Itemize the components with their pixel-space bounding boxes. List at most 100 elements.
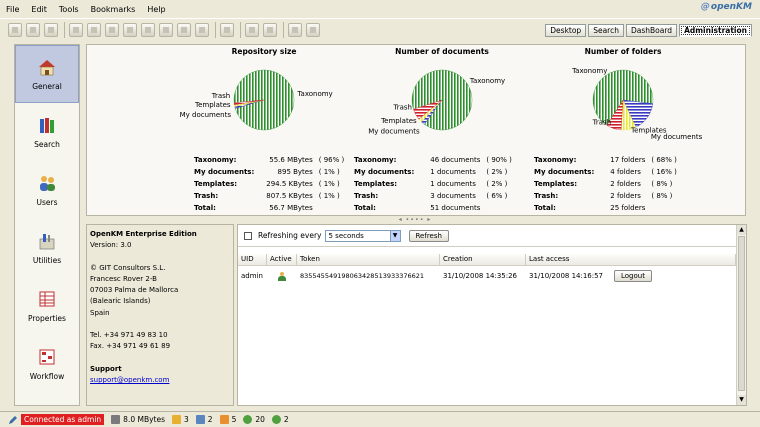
last-access-cell: 31/10/2008 14:16:57 (529, 272, 604, 280)
properties-icon (39, 291, 55, 307)
find-document-button[interactable] (44, 22, 58, 37)
stat-row: Templates: 2 folders ( 8% ) (534, 178, 677, 190)
pie-chart: TaxonomyMy documentsTemplatesTrash (368, 69, 505, 136)
column-header-uid[interactable]: UID (238, 254, 267, 266)
scroll-down-icon[interactable]: ▼ (737, 395, 746, 405)
repository-size-text: 8.0 MBytes (123, 415, 166, 424)
menu-file[interactable]: File (0, 5, 25, 14)
stat-percent: ( 2% ) (486, 168, 508, 176)
toolbar-separator (64, 21, 65, 38)
find-folder-button[interactable] (26, 22, 40, 37)
lock-icon (172, 415, 182, 424)
news-icon (243, 415, 253, 424)
vertical-scrollbar[interactable]: ▲ ▼ (736, 225, 746, 405)
stat-label: Templates: (534, 180, 578, 188)
repository-stats-panel: Repository size Taxonomy My documents Temp… (86, 44, 746, 216)
refresh-checkbox[interactable] (244, 231, 252, 240)
toolbar-separator (283, 21, 284, 38)
connection-badge: Connected as admin (21, 414, 105, 425)
nav-item-label: Utilities (32, 256, 62, 265)
stat-percent: ( 8% ) (651, 192, 673, 200)
slice-label: Templates (194, 101, 231, 109)
nav-item-general[interactable]: General (15, 45, 79, 103)
nav-item-label: Properties (28, 314, 66, 323)
repository-size-table: Taxonomy: 55.6 MBytes ( 96% ) My documents… (194, 154, 344, 214)
pie-chart: TaxonomyMy documentsTemplatesTrash (180, 69, 333, 131)
refresh-button[interactable] (288, 22, 302, 37)
menu-edit[interactable]: Edit (25, 5, 53, 14)
checkout-button[interactable] (141, 22, 155, 37)
support-email-link[interactable]: support@openkm.com (90, 376, 169, 384)
pie-chart: TaxonomyMy documentsTemplatesTrash (571, 67, 703, 141)
property-group-button[interactable] (245, 22, 259, 37)
column-header-active[interactable]: Active (267, 254, 297, 266)
creation-cell: 31/10/2008 14:35:26 (443, 272, 518, 280)
stat-label: Trash: (354, 192, 379, 200)
tab-desktop[interactable]: Desktop (545, 24, 587, 37)
stat-value: 46 documents (430, 156, 481, 164)
scroll-thumb[interactable] (738, 236, 745, 391)
active-cell (267, 271, 297, 281)
workflow-icon (271, 415, 281, 424)
stat-label: Taxonomy: (354, 156, 397, 164)
add-document-button[interactable] (105, 22, 119, 37)
workflow-button[interactable] (220, 22, 234, 37)
user-icon (278, 271, 286, 281)
stat-value: 51 documents (430, 204, 481, 212)
table-row[interactable]: admin 835545549198063428513933376621 31/… (238, 269, 736, 283)
stat-row: Trash: 2 folders ( 8% ) (534, 190, 677, 202)
panel-splitter[interactable]: ◂ ∙∙∙∙ ▸ (398, 217, 432, 223)
stat-percent: ( 1% ) (318, 180, 340, 188)
unlock-button[interactable] (87, 22, 101, 37)
stat-label: My documents: (194, 168, 255, 176)
column-header-creation[interactable]: Creation (440, 254, 526, 266)
nav-item-workflow[interactable]: Workflow (15, 335, 79, 393)
stat-label: Templates: (194, 180, 238, 188)
pencil-icon (9, 415, 17, 424)
stat-label: Trash: (194, 192, 219, 200)
tab-dashboard[interactable]: DashBoard (625, 24, 678, 37)
menu-bookmarks[interactable]: Bookmarks (85, 5, 142, 14)
checkin-button[interactable] (159, 22, 173, 37)
users-icon (40, 176, 55, 191)
home-button[interactable] (306, 22, 320, 37)
stat-row: My documents: 895 Bytes ( 1% ) (194, 166, 344, 178)
stat-percent: ( 1% ) (318, 168, 340, 176)
sessions-table-header: UID Active Token Creation Last access (238, 254, 736, 266)
menu-tools[interactable]: Tools (53, 5, 85, 14)
stat-value: 2 folders (610, 180, 641, 188)
workflow-count: 2 (283, 415, 289, 424)
remove-property-button[interactable] (263, 22, 277, 37)
stat-value: 17 folders (610, 156, 646, 164)
tab-search[interactable]: Search (588, 24, 624, 37)
disk-icon (111, 415, 121, 424)
stat-percent: ( 96% ) (318, 156, 345, 164)
stat-percent: ( 90% ) (486, 156, 512, 164)
admin-nav: General Search Users Utilities Propertie… (14, 44, 80, 406)
download-button[interactable] (195, 22, 209, 37)
news-count: 20 (255, 415, 265, 424)
nav-item-utilities[interactable]: Utilities (15, 219, 79, 277)
create-folder-button[interactable] (8, 22, 22, 37)
stat-value: 294.5 KBytes (266, 180, 313, 188)
column-header-last-access[interactable]: Last access (526, 254, 736, 266)
menu-help[interactable]: Help (141, 5, 171, 14)
lock-button[interactable] (69, 22, 83, 37)
scroll-up-icon[interactable]: ▲ (737, 225, 746, 235)
nav-item-users[interactable]: Users (15, 161, 79, 219)
refresh-interval-select[interactable]: 5 seconds ▼ (324, 229, 401, 242)
nav-item-search[interactable]: Search (15, 103, 79, 161)
logout-button[interactable]: Logout (614, 270, 652, 282)
delete-button[interactable] (123, 22, 137, 37)
nav-item-properties[interactable]: Properties (15, 277, 79, 335)
cancel-checkout-button[interactable] (177, 22, 191, 37)
column-header-token[interactable]: Token (297, 254, 440, 266)
stat-row: Templates: 294.5 KBytes ( 1% ) (194, 178, 344, 190)
toolbar-separator (240, 21, 241, 38)
nav-item-label: Search (34, 140, 60, 149)
chevron-down-icon: ▼ (389, 230, 400, 241)
stat-value: 56.7 MBytes (269, 204, 313, 212)
refresh-button[interactable]: Refresh (408, 229, 449, 242)
address-line: © GIT Consultors S.L. (90, 263, 166, 272)
tab-administration[interactable]: Administration (679, 24, 752, 37)
